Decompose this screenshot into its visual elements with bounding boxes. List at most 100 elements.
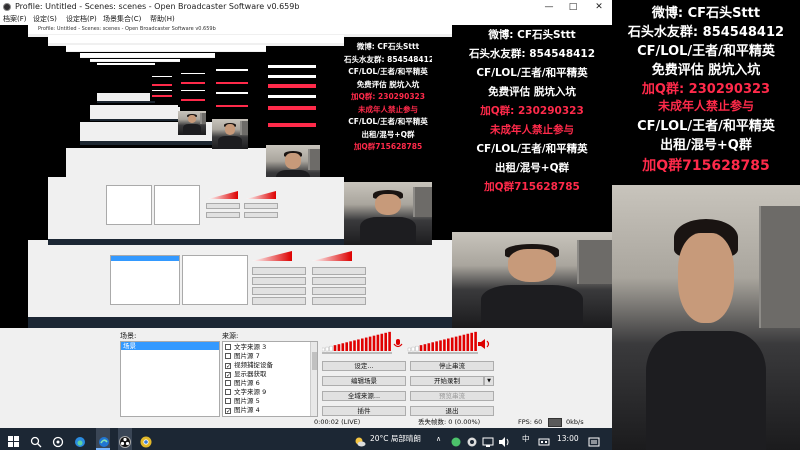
meter-bar: [380, 333, 384, 351]
chrome-icon[interactable]: [140, 433, 152, 448]
start-record-button[interactable]: 开始录制: [410, 376, 484, 386]
screen: { "window": { "title": "Profile: Untitle…: [0, 0, 800, 450]
network-icon[interactable]: [482, 433, 494, 447]
meter-bar: [431, 342, 434, 351]
promo-qq-group: 加Q群: 230290323: [641, 82, 771, 97]
title-bar: Profile: Untitled - Scenes: scenes - Ope…: [0, 0, 612, 14]
source-visibility-checkbox[interactable]: ✓: [225, 363, 231, 370]
speaker-icon[interactable]: [478, 334, 490, 349]
meter-bar: [466, 333, 470, 351]
meter-bar: [388, 331, 391, 351]
menu-settings[interactable]: 设定(S): [33, 14, 57, 25]
minimize-button[interactable]: —: [537, 0, 561, 14]
ime-icon[interactable]: [538, 433, 550, 446]
source-label: 文字来源 3: [234, 343, 267, 351]
settings-button[interactable]: 设定...: [322, 361, 406, 371]
mini-ad-4: [262, 59, 322, 137]
global-sources-button[interactable]: 全域来源...: [322, 391, 406, 401]
scroll-thumb[interactable]: [312, 352, 317, 370]
meter-bar: [427, 343, 431, 351]
meter-bar: [361, 338, 364, 351]
meter-bar: [345, 342, 348, 351]
preview-camera: [452, 232, 612, 328]
maximize-button[interactable]: □: [561, 0, 585, 14]
promo-fan-group: 石头水友群: 854548412: [627, 25, 785, 40]
scenes-list[interactable]: 场景: [120, 341, 220, 417]
sources-list[interactable]: 文字来源 3 图片源 7 ✓ 视频捕捉设备 ✓ 显示器获取 图片源 6 文字来源 9 图片源 5…: [222, 341, 318, 417]
source-visibility-checkbox[interactable]: ✓: [225, 372, 231, 379]
source-item[interactable]: ✓ 图片源 4: [225, 406, 260, 415]
tray-chevron-icon[interactable]: ∧: [436, 428, 441, 450]
menu-file[interactable]: 档案(F): [3, 14, 27, 25]
tray-app2-icon[interactable]: [466, 433, 478, 447]
mic-icon[interactable]: [393, 334, 403, 348]
source-visibility-checkbox[interactable]: [225, 380, 231, 386]
clock[interactable]: 13:00: [557, 428, 579, 450]
sources-scrollbar[interactable]: [310, 342, 317, 416]
scenes-label: 场景:: [120, 332, 137, 340]
task-view-icon[interactable]: [52, 433, 64, 448]
desktop-volume-meter[interactable]: [322, 331, 392, 354]
meter-bar: [439, 340, 442, 351]
stream-preview[interactable]: Profile: Untitled - Scenes: scenes - Ope…: [0, 25, 612, 328]
source-visibility-checkbox[interactable]: [225, 353, 231, 359]
menu-help[interactable]: 帮助(H): [150, 14, 175, 25]
input-language[interactable]: 中: [522, 428, 530, 450]
source-label: 视频捕捉设备: [234, 361, 273, 369]
bitrate-readout: 0kb/s: [566, 418, 584, 426]
volume-slider-track[interactable]: [322, 352, 392, 354]
promo-qq-group-2: 加Q群715628785: [642, 158, 770, 174]
scene-item[interactable]: 场景: [121, 342, 219, 350]
source-item[interactable]: ✓ 显示器获取: [225, 370, 267, 379]
stop-stream-button[interactable]: 停止串流: [410, 361, 494, 371]
meter-bar: [372, 335, 376, 351]
source-item[interactable]: 图片源 6: [225, 379, 260, 388]
volume-slider-track[interactable]: [408, 352, 478, 354]
nested-camera: [344, 182, 432, 246]
tray-app-icon[interactable]: [450, 433, 462, 447]
close-button[interactable]: ✕: [587, 0, 611, 14]
edge-icon[interactable]: [74, 433, 86, 447]
source-item[interactable]: 文字来源 9: [225, 388, 266, 397]
record-dropdown-button[interactable]: ▼: [484, 376, 494, 386]
meter-bar: [368, 336, 372, 351]
taskbar: 20°C 局部晴朗 ∧ 中 13:00: [0, 428, 612, 450]
webcam-image: [612, 185, 800, 450]
exit-button[interactable]: 退出: [410, 406, 494, 416]
preview-stream-button[interactable]: 预览串流: [410, 391, 494, 401]
windows-start-icon[interactable]: [8, 433, 20, 447]
weather-text[interactable]: 20°C 局部晴朗: [370, 428, 421, 450]
meter-bar: [447, 338, 450, 351]
edit-scene-button[interactable]: 编辑场景: [322, 376, 406, 386]
promo-games: CF/LOL/王者/和平精英: [637, 44, 775, 59]
mini-camera-2: [212, 119, 248, 149]
promo-games-2: CF/LOL/王者/和平精英: [637, 119, 775, 134]
source-label: 图片源 6: [234, 379, 260, 387]
meter-bar: [415, 345, 419, 352]
mini-ad-1: [150, 73, 174, 101]
notification-icon[interactable]: [588, 433, 600, 447]
obs-icon[interactable]: [119, 433, 131, 448]
menu-scene-collection[interactable]: 场景集合(C): [103, 14, 141, 25]
source-item[interactable]: 图片源 7: [225, 352, 260, 361]
source-item[interactable]: 图片源 5: [225, 397, 260, 406]
meter-bar: [423, 344, 427, 351]
weather-icon[interactable]: [354, 433, 366, 447]
obs-window: Profile: Untitled - Scenes: scenes - Ope…: [0, 0, 612, 428]
mic-volume-meter[interactable]: [407, 331, 478, 354]
menu-profile[interactable]: 设定档(P): [66, 14, 97, 25]
volume-icon[interactable]: [498, 433, 510, 447]
source-item[interactable]: 文字来源 3: [225, 343, 266, 352]
meter-bar: [450, 337, 454, 351]
source-visibility-checkbox[interactable]: [225, 389, 231, 395]
search-icon[interactable]: [30, 433, 42, 448]
promo-overlay: 微博: CF石头Sttt 石头水友群: 854548412 CF/LOL/王者/…: [612, 0, 800, 185]
meter-bar: [458, 335, 462, 351]
source-visibility-checkbox[interactable]: [225, 344, 231, 350]
edge-browser-icon[interactable]: [98, 433, 110, 447]
source-item[interactable]: ✓ 视频捕捉设备: [225, 361, 273, 370]
source-visibility-checkbox[interactable]: [225, 398, 231, 404]
meter-bar: [341, 343, 345, 351]
plugins-button[interactable]: 插件: [322, 406, 406, 416]
source-visibility-checkbox[interactable]: ✓: [225, 408, 231, 415]
